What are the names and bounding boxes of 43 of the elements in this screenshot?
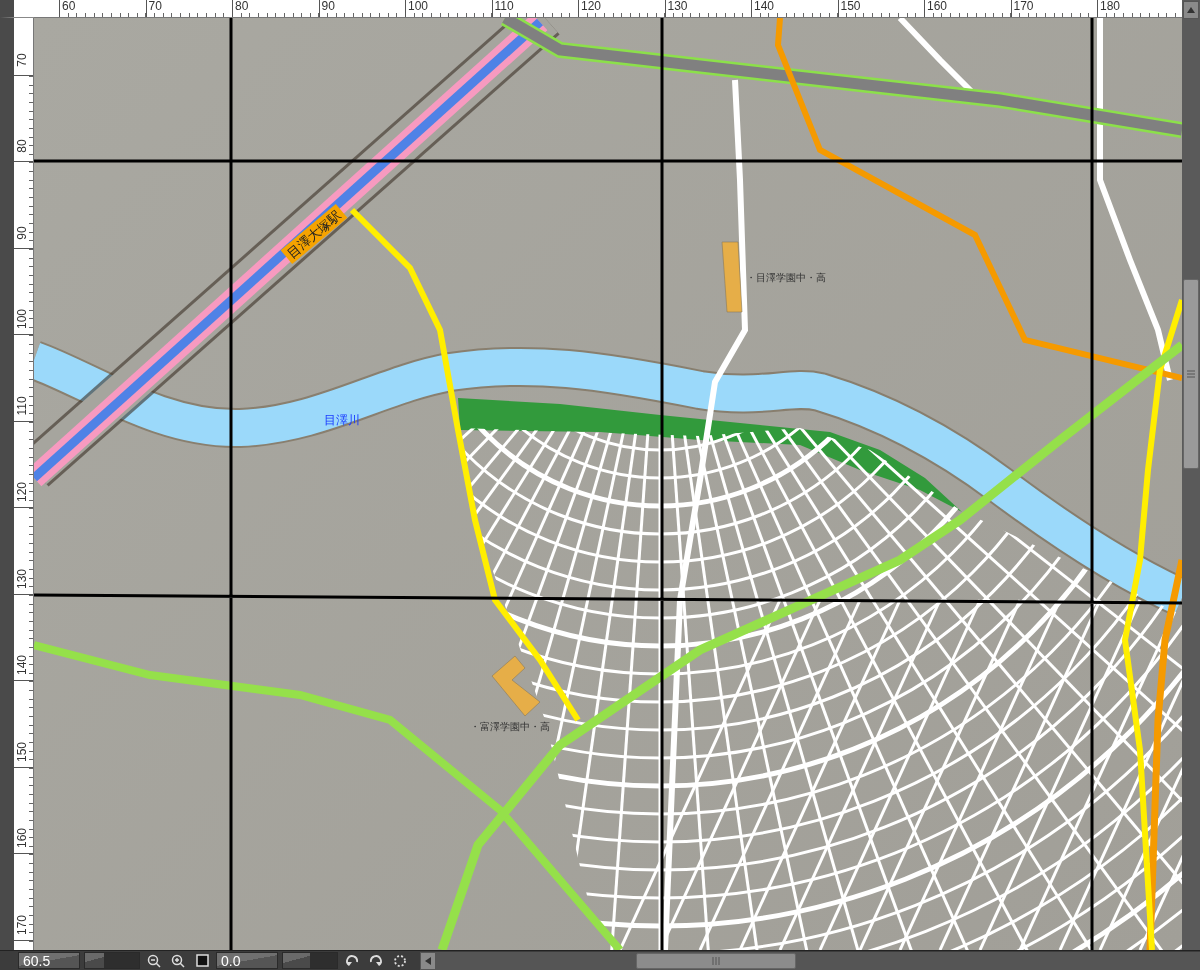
horizontal-scrollbar[interactable]: [420, 951, 1200, 970]
ruler-label: 70: [14, 52, 30, 67]
ruler-label: 150: [14, 744, 30, 759]
school-label: ・目澤学園中・高: [746, 272, 826, 283]
scrollbar-thumb[interactable]: [1183, 279, 1199, 469]
ruler-label: 150: [839, 0, 861, 13]
vertical-scrollbar[interactable]: [1182, 0, 1200, 950]
square-icon: [195, 954, 209, 967]
rotation-slider[interactable]: [282, 952, 338, 969]
rotate-left-icon: [345, 953, 359, 968]
ruler-label: 110: [14, 398, 30, 413]
dashed-circle-icon: [393, 953, 407, 968]
ruler-label: 170: [1012, 0, 1034, 13]
ruler-label: 130: [14, 571, 30, 586]
scroll-up-button[interactable]: [1183, 1, 1199, 19]
zoom-out-icon: [147, 953, 161, 968]
ruler-label: 140: [753, 0, 775, 13]
ruler-label: 90: [14, 225, 30, 240]
grip-icon: [712, 956, 720, 965]
ruler-label: 70: [147, 0, 162, 13]
ruler-label: 100: [407, 0, 429, 13]
grip-icon: [1187, 370, 1195, 378]
left-arrow-icon: [425, 956, 431, 965]
ruler-label: 120: [580, 0, 602, 13]
zoom-field[interactable]: 60.5: [18, 952, 80, 969]
rotate-right-icon: [369, 953, 383, 968]
zoom-slider[interactable]: [84, 952, 140, 969]
scroll-left-button[interactable]: [420, 951, 436, 970]
ruler-label: 60: [61, 0, 76, 13]
ruler-label: 180: [1099, 0, 1121, 13]
ruler-label: 110: [493, 0, 514, 13]
ruler-label: 160: [926, 0, 948, 13]
zoom-in-icon: [171, 953, 185, 968]
ruler-label: 80: [234, 0, 249, 13]
ruler-label: 90: [320, 0, 335, 13]
up-arrow-icon: [1187, 7, 1195, 13]
school-label: ・富澤学園中・高: [470, 721, 550, 732]
ruler-label: 80: [14, 139, 30, 153]
station-label: 目澤大塚駅: [280, 203, 348, 265]
ruler-label: 170: [14, 917, 30, 932]
ruler-label: 130: [666, 0, 688, 13]
angle-field[interactable]: 0.0: [216, 952, 278, 969]
scrollbar-thumb[interactable]: [636, 952, 796, 969]
